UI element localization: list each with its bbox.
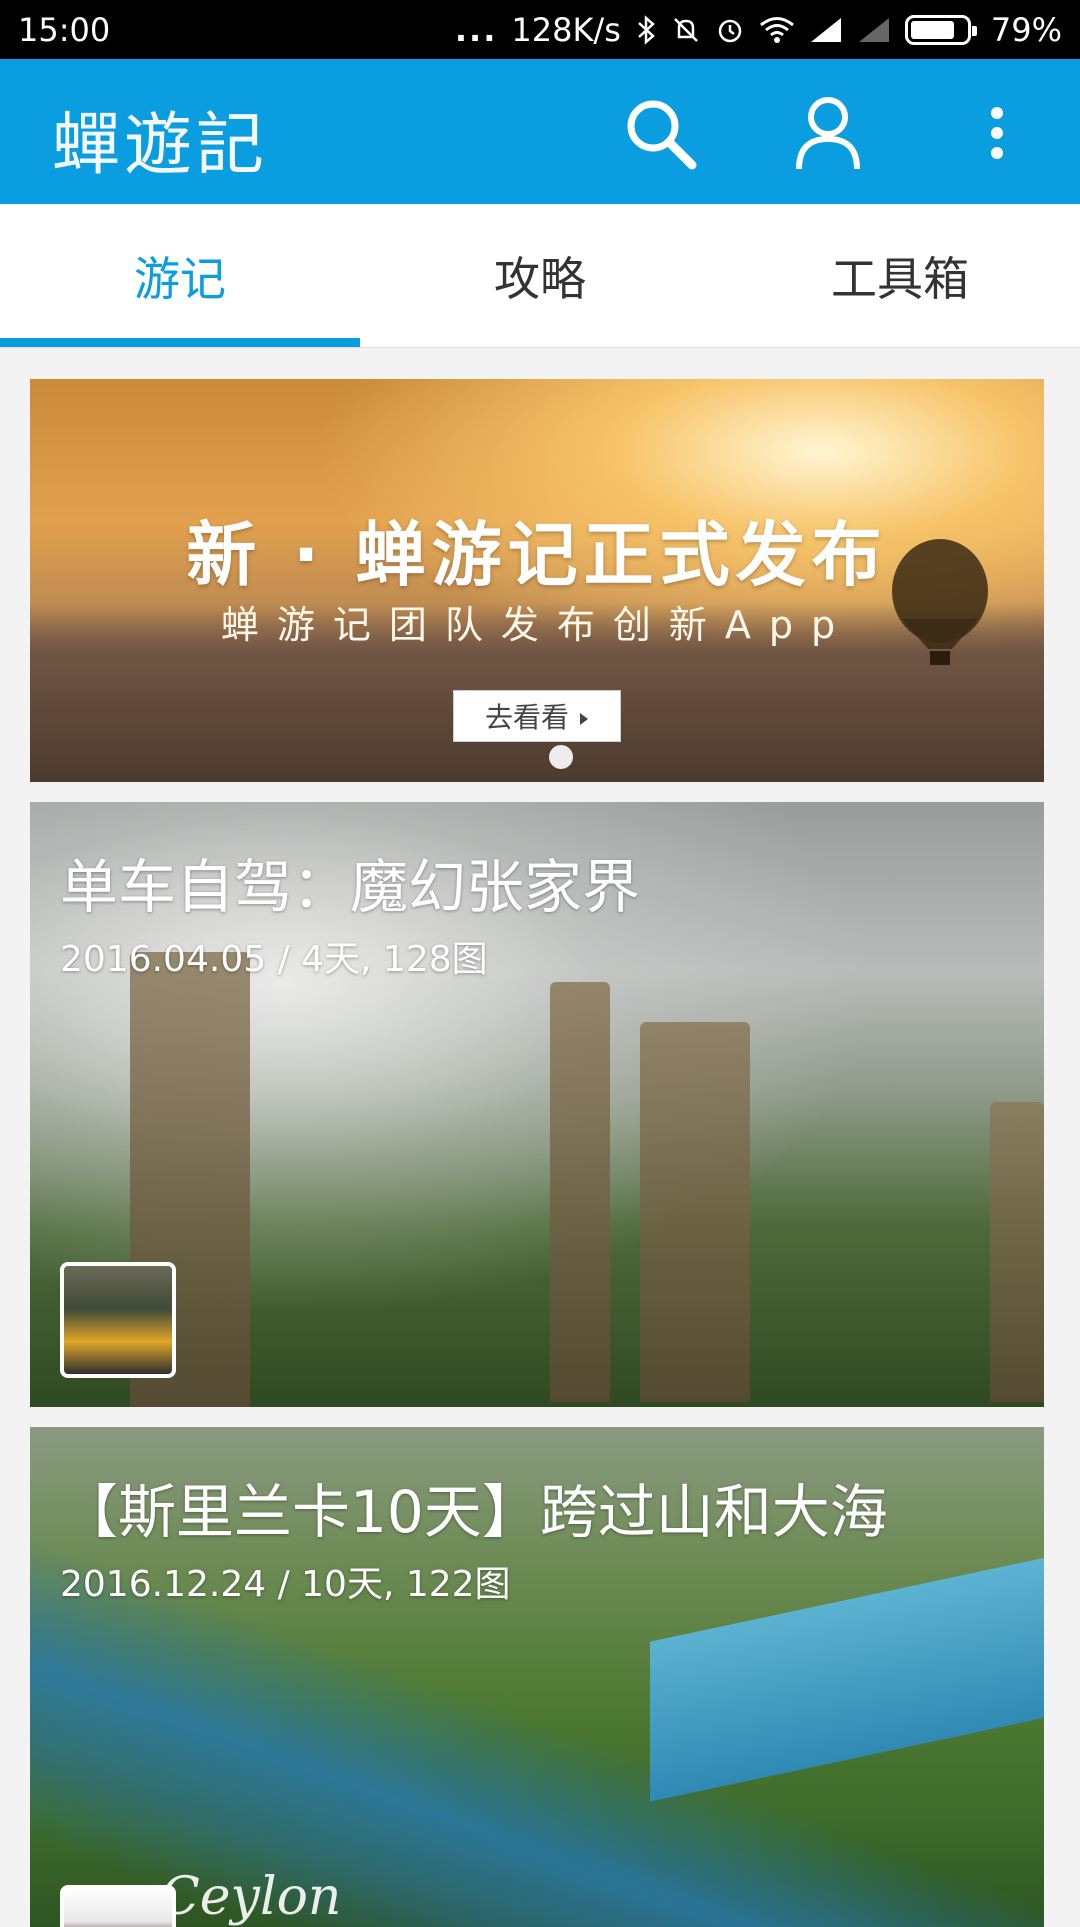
battery-icon [904,14,977,45]
banner-subline: 蝉游记团队发布创新App [220,603,854,647]
alarm-icon [715,15,745,45]
travelogue-card[interactable]: 【斯里兰卡10天】跨过山和大海 2016.12.24 / 10天, 122图 C… [30,1427,1044,1927]
image-watermark: Ceylon [160,1867,342,1927]
status-bar: 15:00 ... 128K/s 79% [0,0,1080,59]
search-button[interactable] [618,93,702,177]
tab-toolbox[interactable]: 工具箱 [720,204,1080,347]
search-icon [620,93,700,177]
author-avatar[interactable] [60,1262,176,1378]
card-meta: 2016.12.24 / 10天, 122图 [60,1564,511,1605]
travelogue-card[interactable]: 单车自驾：魔幻张家界 2016.04.05 / 4天, 128图 [30,802,1044,1407]
more-button[interactable] [955,93,1039,177]
card-title: 【斯里兰卡10天】跨过山和大海 [60,1478,888,1546]
profile-button[interactable] [786,93,870,177]
banner-headline: 新 · 蝉游记正式发布 [186,514,888,596]
mute-icon [671,15,701,45]
app-bar: 蟬遊記 [0,59,1080,204]
status-time: 15:00 [18,10,111,49]
scenery-train [650,1552,1044,1802]
app-title: 蟬遊記 [52,106,269,185]
card-title: 单车自驾：魔幻张家界 [60,853,641,921]
carousel-indicator [549,745,573,769]
signal-icon-2 [857,16,891,44]
promo-banner[interactable]: 新 · 蝉游记正式发布 蝉游记团队发布创新App 去看看 [30,379,1044,782]
scenery-rock [990,1102,1044,1402]
more-vert-icon [987,103,1007,167]
card-meta: 2016.04.05 / 4天, 128图 [60,939,488,980]
tab-guides[interactable]: 攻略 [360,204,720,347]
tab-bar: 游记 攻略 工具箱 [0,204,1080,348]
signal-icon [809,16,843,44]
status-icons: ... 128K/s 79% [455,11,1062,49]
author-avatar[interactable] [60,1885,176,1927]
bluetooth-icon [635,14,657,45]
banner-cta-label: 去看看 [484,701,569,734]
scenery-rock [640,1022,750,1402]
battery-fill [910,20,954,39]
battery-percent: 79% [990,10,1062,49]
network-speed: 128K/s [511,10,621,49]
tab-travelogue[interactable]: 游记 [0,204,360,347]
user-icon [793,93,863,177]
wifi-icon [759,16,795,44]
scenery-rock [550,982,610,1402]
banner-cta-button[interactable]: 去看看 [453,690,621,742]
notification-dots: ... [454,10,498,49]
triangle-right-icon [579,700,589,733]
